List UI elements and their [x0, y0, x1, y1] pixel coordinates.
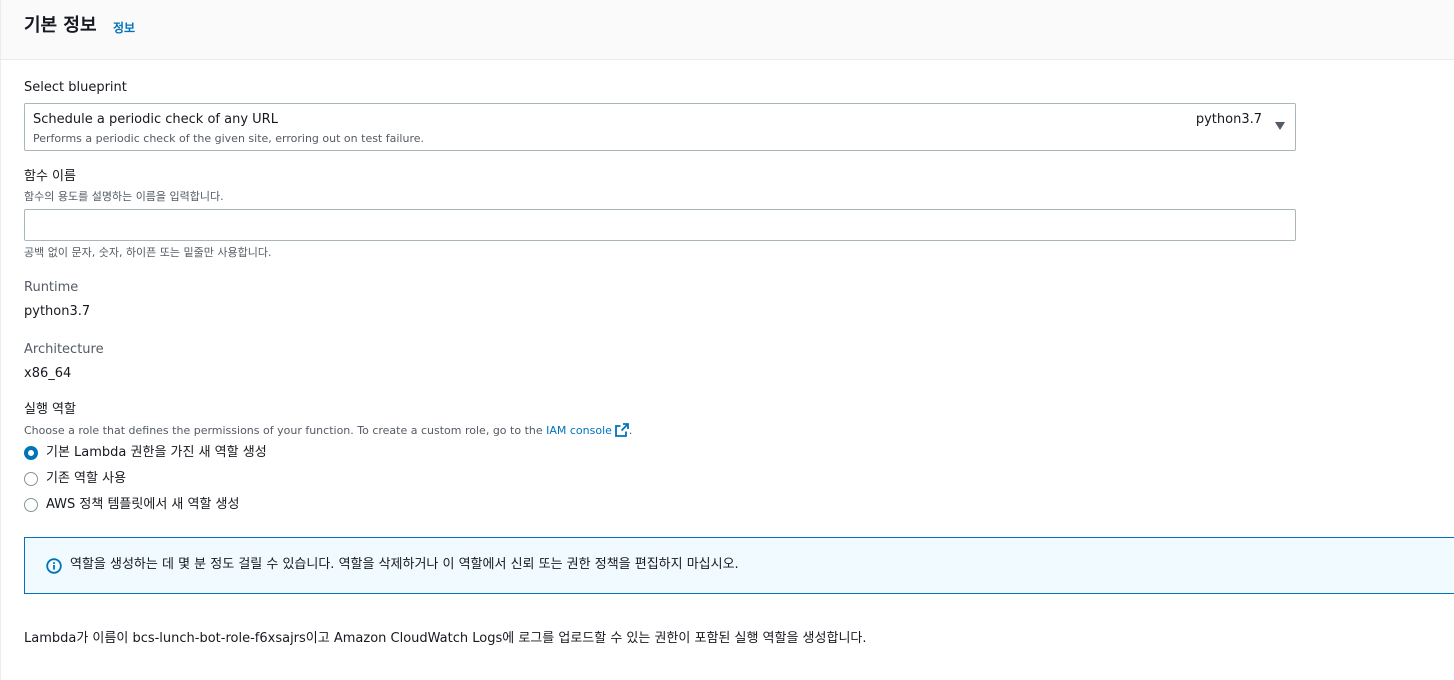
blueprint-selected-runtime: python3.7: [1195, 112, 1262, 127]
function-name-input[interactable]: [24, 209, 1296, 241]
function-name-constraint: 공백 없이 문자, 숫자, 하이픈 또는 밑줄만 사용합니다.: [24, 246, 272, 259]
execution-role-label: 실행 역할: [24, 402, 76, 417]
blueprint-selected-title: Schedule a periodic check of any URL: [33, 112, 278, 127]
radio-unchecked-icon[interactable]: [24, 498, 38, 512]
radio-unchecked-icon[interactable]: [24, 472, 38, 486]
blueprint-select[interactable]: Schedule a periodic check of any URL Per…: [24, 103, 1296, 151]
alert-message: 역할을 생성하는 데 몇 분 정도 걸릴 수 있습니다. 역할을 삭제하거나 이…: [70, 557, 739, 572]
iam-console-link[interactable]: IAM console: [546, 424, 612, 437]
role-option-label: 기존 역할 사용: [46, 471, 127, 486]
info-icon: [46, 558, 62, 574]
panel-title: 기본 정보: [24, 15, 97, 36]
execution-role-description: Choose a role that defines the permissio…: [24, 423, 632, 441]
panel-header: 기본 정보 정보: [1, 0, 1454, 60]
basic-info-panel: 기본 정보 정보 Select blueprint Schedule a per…: [0, 0, 1454, 680]
role-option-label: 기본 Lambda 권한을 가진 새 역할 생성: [46, 445, 267, 460]
blueprint-label: Select blueprint: [24, 80, 127, 95]
info-link[interactable]: 정보: [113, 19, 135, 36]
caret-down-icon: [1275, 122, 1285, 130]
radio-checked-icon[interactable]: [24, 446, 38, 460]
architecture-value: x86_64: [24, 366, 72, 381]
execution-role-description-suffix: .: [628, 424, 633, 437]
architecture-label: Architecture: [24, 342, 104, 357]
function-name-label: 함수 이름: [24, 169, 76, 184]
execution-role-description-text: Choose a role that defines the permissio…: [24, 424, 547, 437]
blueprint-selected-description: Performs a periodic check of the given s…: [33, 132, 424, 145]
runtime-label: Runtime: [24, 280, 79, 295]
role-option-label: AWS 정책 템플릿에서 새 역할 생성: [46, 497, 240, 512]
runtime-value: python3.7: [24, 304, 91, 319]
function-name-description: 함수의 용도를 설명하는 이름을 입력합니다.: [24, 190, 224, 203]
external-link-icon[interactable]: [615, 423, 629, 441]
role-creation-summary: Lambda가 이름이 bcs-lunch-bot-role-f6xsajrs이…: [24, 631, 867, 646]
info-alert: 역할을 생성하는 데 몇 분 정도 걸릴 수 있습니다. 역할을 삭제하거나 이…: [24, 537, 1454, 594]
